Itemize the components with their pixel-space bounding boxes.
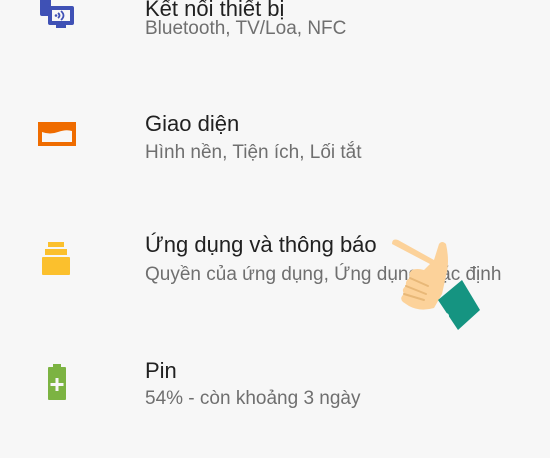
settings-item-display[interactable]: Giao diện Hình nền, Tiện ích, Lối tắt [0, 100, 550, 210]
settings-item-subtitle: 54% - còn khoảng 3 ngày [145, 388, 361, 409]
display-icon [36, 116, 80, 152]
settings-item-subtitle: Hình nền, Tiện ích, Lối tắt [145, 142, 362, 163]
settings-item-battery[interactable]: Pin 54% - còn khoảng 3 ngày [0, 348, 550, 458]
settings-item-subtitle: Bluetooth, TV/Loa, NFC [145, 18, 347, 39]
battery-icon [36, 363, 80, 403]
settings-item-title: Pin [145, 358, 177, 383]
pointing-hand-icon [384, 236, 484, 332]
settings-item-connected-devices[interactable]: Kết nối thiết bị Bluetooth, TV/Loa, NFC [0, 0, 550, 64]
apps-icon [36, 240, 80, 280]
connected-devices-icon [36, 0, 80, 38]
settings-item-title: Ứng dụng và thông báo [145, 232, 377, 257]
settings-item-title: Giao diện [145, 111, 240, 136]
